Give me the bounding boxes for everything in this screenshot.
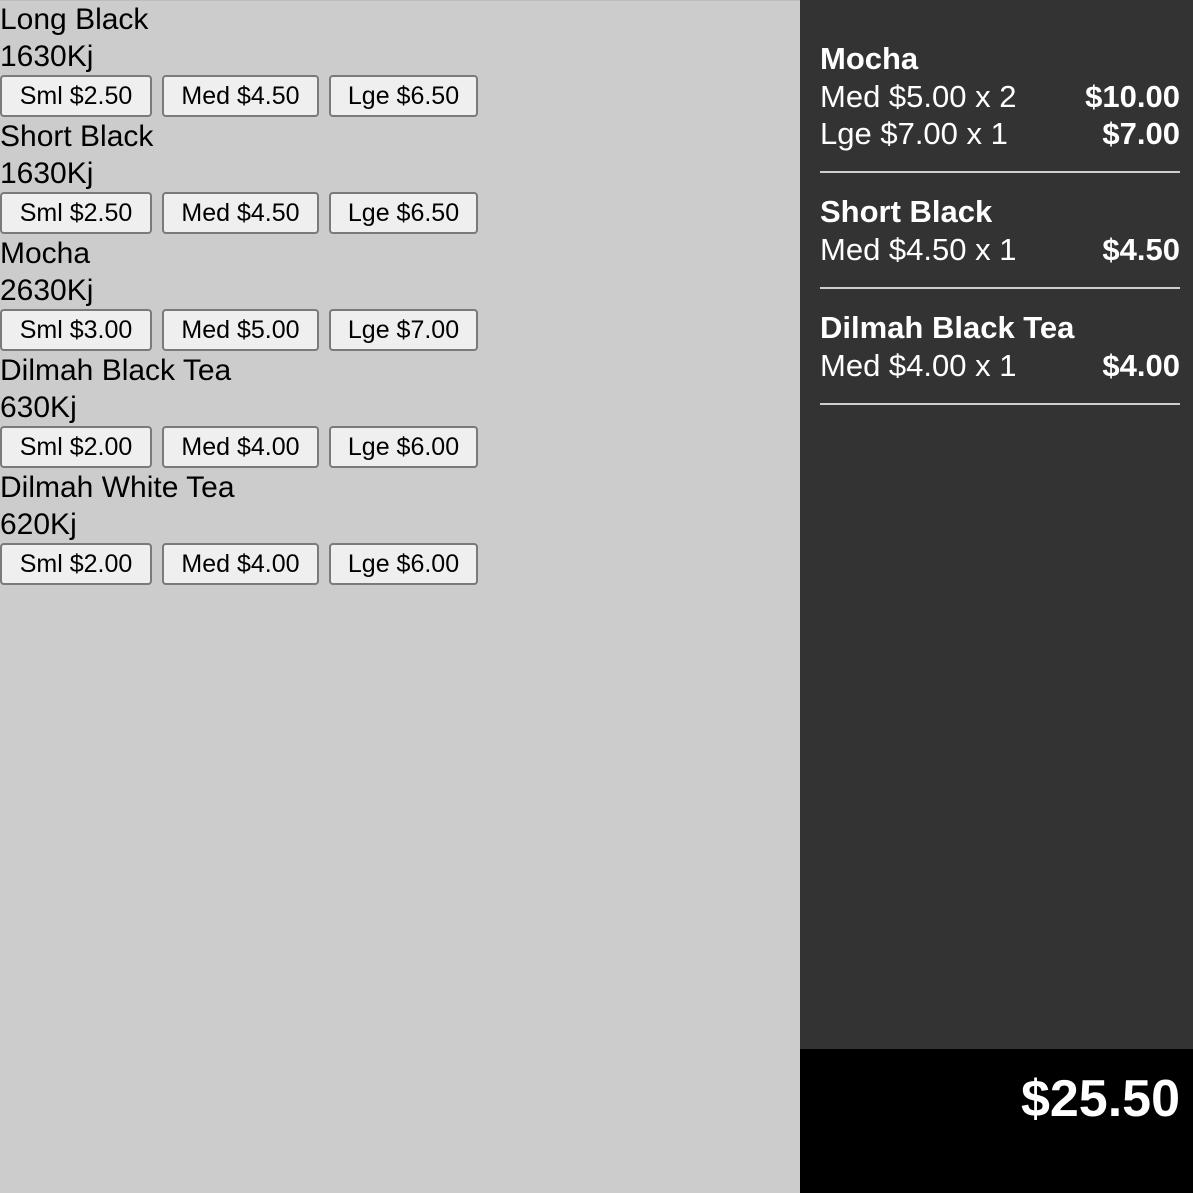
size-button-row: Sml $2.50 Med $4.50 Lge $6.50 [0, 192, 800, 235]
menu-item: Mocha 2630Kj Sml $3.00 Med $5.00 Lge $7.00 [0, 235, 800, 352]
order-line: Med $4.50 x 1 $4.50 [820, 231, 1180, 268]
order-line-description: Med $5.00 x 2 [820, 79, 1017, 114]
order-group: Mocha Med $5.00 x 2 $10.00 Lge $7.00 x 1 $7.… [820, 40, 1180, 173]
medium-size-button[interactable]: Med $4.50 [162, 75, 319, 117]
order-item-name: Mocha [820, 41, 919, 76]
small-size-button[interactable]: Sml $2.50 [0, 75, 152, 117]
menu-item-name: Long Black [0, 3, 149, 36]
order-group: Short Black Med $4.50 x 1 $4.50 [820, 193, 1180, 289]
order-total-bar: $25.50 [800, 1049, 1193, 1193]
order-line: Med $4.00 x 1 $4.00 [820, 347, 1180, 384]
menu-item-name: Mocha [0, 237, 91, 270]
order-line-description: Lge $7.00 x 1 [820, 116, 1008, 151]
order-line-description: Med $4.50 x 1 [820, 232, 1017, 267]
menu-item-name: Dilmah White Tea [0, 471, 235, 504]
order-line-description: Med $4.00 x 1 [820, 348, 1017, 383]
order-line: Med $5.00 x 2 $10.00 [820, 78, 1180, 115]
order-line-total: $10.00 [1085, 79, 1180, 114]
menu-item: Short Black 1630Kj Sml $2.50 Med $4.50 Lge $… [0, 118, 800, 235]
medium-size-button[interactable]: Med $5.00 [162, 309, 319, 351]
order-line-total: $7.00 [1102, 116, 1180, 151]
order-line-total: $4.00 [1102, 348, 1180, 383]
medium-size-button[interactable]: Med $4.50 [162, 192, 319, 234]
small-size-button[interactable]: Sml $2.00 [0, 426, 152, 468]
large-size-button[interactable]: Lge $6.00 [329, 543, 478, 585]
small-size-button[interactable]: Sml $3.00 [0, 309, 152, 351]
menu-item-energy: 1630Kj [0, 40, 94, 73]
order-grand-total: $25.50 [1020, 1070, 1180, 1128]
menu-item: Dilmah White Tea 620Kj Sml $2.00 Med $4.00 L… [0, 469, 800, 586]
order-item-name: Dilmah Black Tea [820, 310, 1075, 345]
menu-item-energy: 1630Kj [0, 157, 94, 190]
small-size-button[interactable]: Sml $2.50 [0, 192, 152, 234]
order-line-total: $4.50 [1102, 232, 1180, 267]
menu-item-energy: 2630Kj [0, 274, 94, 307]
order-item-name: Short Black [820, 194, 993, 229]
order-group: Dilmah Black Tea Med $4.00 x 1 $4.00 [820, 309, 1180, 405]
menu-item-name: Dilmah Black Tea [0, 354, 232, 387]
order-panel: Mocha Med $5.00 x 2 $10.00 Lge $7.00 x 1 $7.… [800, 0, 1193, 1049]
size-button-row: Sml $2.50 Med $4.50 Lge $6.50 [0, 75, 800, 118]
menu-panel: Long Black 1630Kj Sml $2.50 Med $4.50 Lge $6… [0, 0, 800, 1193]
menu-item-energy: 630Kj [0, 391, 77, 424]
menu-item-name: Short Black [0, 120, 154, 153]
large-size-button[interactable]: Lge $6.00 [329, 426, 478, 468]
medium-size-button[interactable]: Med $4.00 [162, 426, 319, 468]
size-button-row: Sml $2.00 Med $4.00 Lge $6.00 [0, 543, 800, 586]
small-size-button[interactable]: Sml $2.00 [0, 543, 152, 585]
menu-item-energy: 620Kj [0, 508, 77, 541]
medium-size-button[interactable]: Med $4.00 [162, 543, 319, 585]
order-line: Lge $7.00 x 1 $7.00 [820, 115, 1180, 152]
size-button-row: Sml $2.00 Med $4.00 Lge $6.00 [0, 426, 800, 469]
large-size-button[interactable]: Lge $7.00 [329, 309, 478, 351]
menu-item: Dilmah Black Tea 630Kj Sml $2.00 Med $4.00 L… [0, 352, 800, 469]
menu-item: Long Black 1630Kj Sml $2.50 Med $4.50 Lge $6… [0, 1, 800, 118]
large-size-button[interactable]: Lge $6.50 [329, 192, 478, 234]
size-button-row: Sml $3.00 Med $5.00 Lge $7.00 [0, 309, 800, 352]
large-size-button[interactable]: Lge $6.50 [329, 75, 478, 117]
